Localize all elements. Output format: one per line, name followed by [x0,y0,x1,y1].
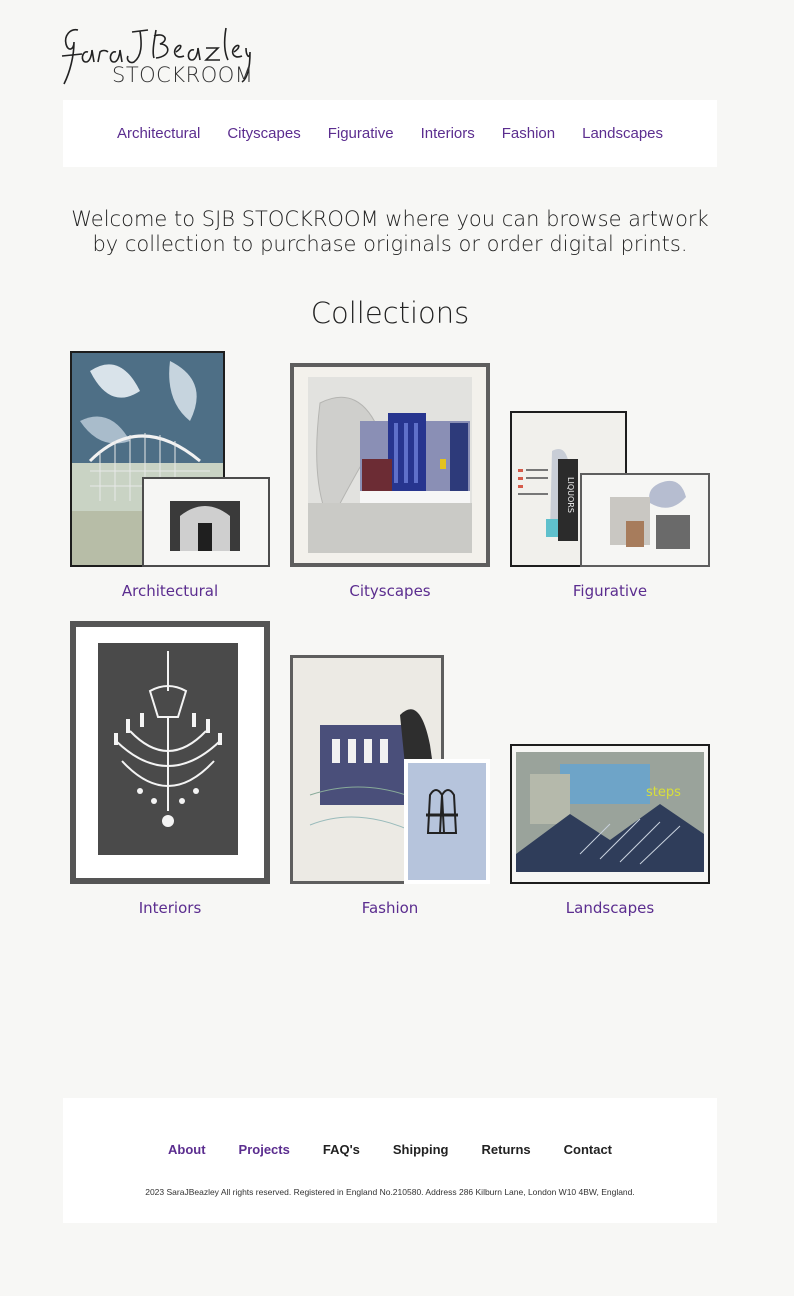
footer-link-projects[interactable]: Projects [239,1142,290,1157]
nav-figurative[interactable]: Figurative [328,125,394,142]
collections-nav: Architectural Cityscapes Figurative Inte… [63,100,717,167]
collection-tile-architectural[interactable]: Architectural [70,351,270,606]
collection-label-figurative[interactable]: Figurative [510,582,710,600]
nav-fashion[interactable]: Fashion [502,125,555,142]
footer-link-shipping[interactable]: Shipping [393,1142,449,1157]
nav-cityscapes[interactable]: Cityscapes [227,125,300,142]
site-footer: About Projects FAQ's Shipping Returns Co… [63,1098,717,1223]
footer-link-about[interactable]: About [168,1142,206,1157]
nav-landscapes[interactable]: Landscapes [582,125,663,142]
collection-tile-interiors[interactable]: Interiors [70,621,270,921]
copyright-notice: 2023 SaraJBeazley All rights reserved. R… [145,1187,635,1197]
collection-label-fashion[interactable]: Fashion [290,899,490,917]
nav-architectural[interactable]: Architectural [117,125,200,142]
interiors-artwork-image [70,621,270,884]
collection-tile-fashion[interactable]: Fashion [290,621,490,921]
footer-link-returns[interactable]: Returns [482,1142,531,1157]
collection-tile-cityscapes[interactable]: Cityscapes [290,351,490,606]
steps-text: steps [646,785,681,800]
collection-tile-landscapes[interactable]: steps Landscapes [510,621,710,921]
nav-interiors[interactable]: Interiors [421,125,475,142]
collection-label-cityscapes[interactable]: Cityscapes [290,582,490,600]
footer-link-faqs[interactable]: FAQ's [323,1142,360,1157]
brand-logo[interactable]: STOCKROOM [60,22,254,94]
cityscapes-artwork-image [290,363,490,567]
welcome-message: Welcome to SJB STOCKROOM where you can b… [63,207,717,257]
collection-label-architectural[interactable]: Architectural [70,582,270,600]
footer-nav: About Projects FAQ's Shipping Returns Co… [63,1142,717,1157]
architectural-artwork-image [70,351,270,567]
collection-label-interiors[interactable]: Interiors [70,899,270,917]
liquors-sign-text: LIQUORS [566,477,575,513]
logo-subtitle: STOCKROOM [112,63,254,87]
figurative-artwork-image: LIQUORS [510,411,710,567]
collection-tile-figurative[interactable]: LIQUORS Figurative [510,351,710,606]
welcome-line-1: Welcome to SJB STOCKROOM where you can b… [71,207,709,231]
collection-label-landscapes[interactable]: Landscapes [510,899,710,917]
footer-link-contact[interactable]: Contact [564,1142,612,1157]
welcome-line-2: by collection to purchase originals or o… [92,232,688,256]
collections-heading: Collections [310,296,470,330]
fashion-artwork-image [290,655,490,884]
landscapes-artwork-image: steps [510,744,710,884]
